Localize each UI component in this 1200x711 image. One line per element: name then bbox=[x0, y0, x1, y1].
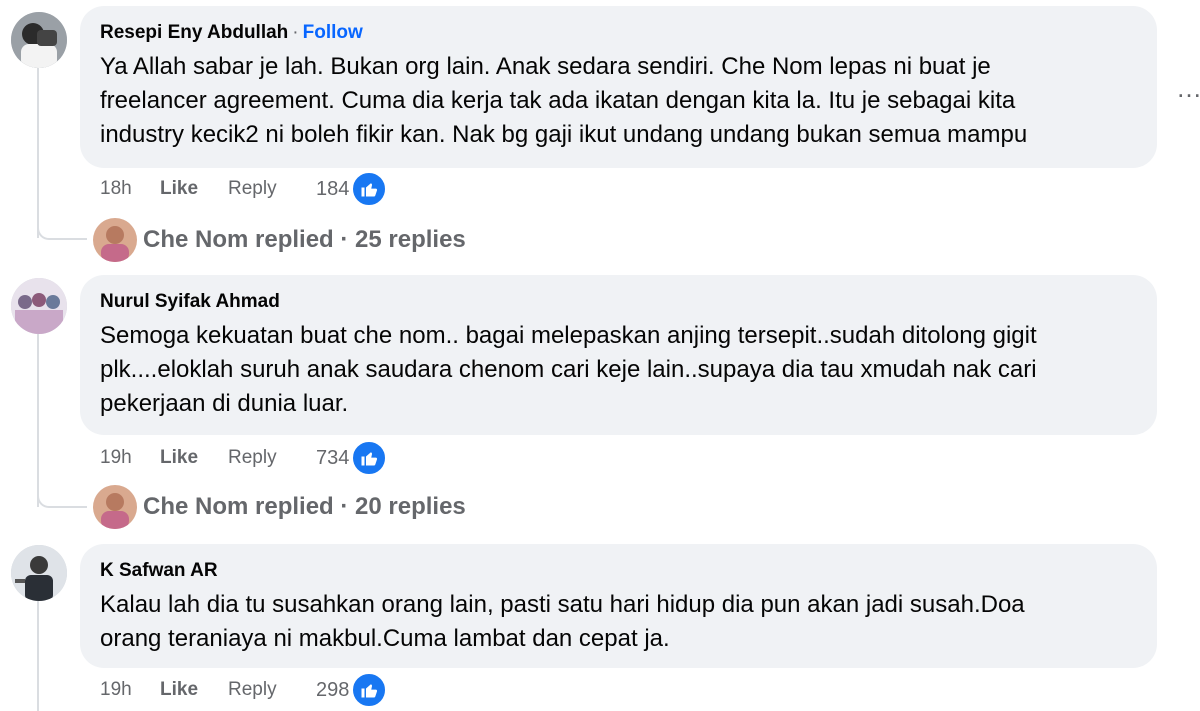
timestamp[interactable]: 18h bbox=[100, 178, 160, 200]
comment-text: Semoga kekuatan buat che nom.. bagai mel… bbox=[100, 322, 1037, 417]
comment-bubble: Resepi Eny Abdullah · Follow Ya Allah saba… bbox=[80, 6, 1157, 168]
like-button[interactable]: Like bbox=[160, 447, 228, 469]
reply-button[interactable]: Reply bbox=[228, 447, 316, 469]
comment-actions: 19h Like Reply 298 bbox=[100, 672, 388, 708]
reaction-count[interactable]: 184 bbox=[316, 178, 349, 201]
avatar bbox=[93, 485, 137, 529]
comment-bubble: Nurul Syifak Ahmad Semoga kekuatan buat … bbox=[80, 275, 1157, 435]
comment-author-line: Nurul Syifak Ahmad bbox=[100, 289, 1137, 315]
thread-line bbox=[37, 334, 39, 507]
thread-connector bbox=[37, 486, 87, 508]
like-reaction-icon bbox=[351, 672, 388, 708]
reply-button[interactable]: Reply bbox=[228, 679, 316, 701]
thread-connector bbox=[37, 218, 87, 240]
comment-bubble: K Safwan AR Kalau lah dia tu susahkan or… bbox=[80, 544, 1157, 668]
avatar[interactable] bbox=[11, 545, 67, 601]
avatar bbox=[93, 218, 137, 262]
separator: · bbox=[292, 22, 299, 43]
author-name[interactable]: Resepi Eny Abdullah bbox=[100, 22, 288, 43]
more-options-icon[interactable]: … bbox=[1176, 75, 1200, 101]
replies-text[interactable]: Che Nom replied · 20 replies bbox=[143, 493, 466, 521]
timestamp[interactable]: 19h bbox=[100, 447, 160, 469]
like-button[interactable]: Like bbox=[160, 679, 228, 701]
avatar[interactable] bbox=[11, 278, 67, 334]
like-reaction-icon bbox=[351, 440, 388, 476]
comment-actions: 18h Like Reply 184 bbox=[100, 171, 388, 207]
view-replies[interactable]: Che Nom replied · 20 replies bbox=[93, 485, 466, 529]
like-reaction-icon bbox=[351, 171, 388, 207]
follow-button[interactable]: Follow bbox=[303, 22, 363, 43]
comment-text: Ya Allah sabar je lah. Bukan org lain. A… bbox=[100, 53, 1028, 148]
comment-text: Kalau lah dia tu susahkan orang lain, pa… bbox=[100, 591, 1025, 652]
like-button[interactable]: Like bbox=[160, 178, 228, 200]
author-name[interactable]: Nurul Syifak Ahmad bbox=[100, 291, 280, 312]
reaction-count[interactable]: 298 bbox=[316, 679, 349, 702]
avatar[interactable] bbox=[11, 12, 67, 68]
author-name[interactable]: K Safwan AR bbox=[100, 560, 218, 581]
thread-line bbox=[37, 600, 39, 711]
comment-author-line: K Safwan AR bbox=[100, 558, 1137, 584]
replies-text[interactable]: Che Nom replied · 25 replies bbox=[143, 226, 466, 254]
reaction-count[interactable]: 734 bbox=[316, 447, 349, 470]
reply-button[interactable]: Reply bbox=[228, 178, 316, 200]
view-replies[interactable]: Che Nom replied · 25 replies bbox=[93, 218, 466, 262]
timestamp[interactable]: 19h bbox=[100, 679, 160, 701]
thread-line bbox=[37, 68, 39, 238]
comment-actions: 19h Like Reply 734 bbox=[100, 440, 388, 476]
comment-author-line: Resepi Eny Abdullah · Follow bbox=[100, 20, 1137, 46]
